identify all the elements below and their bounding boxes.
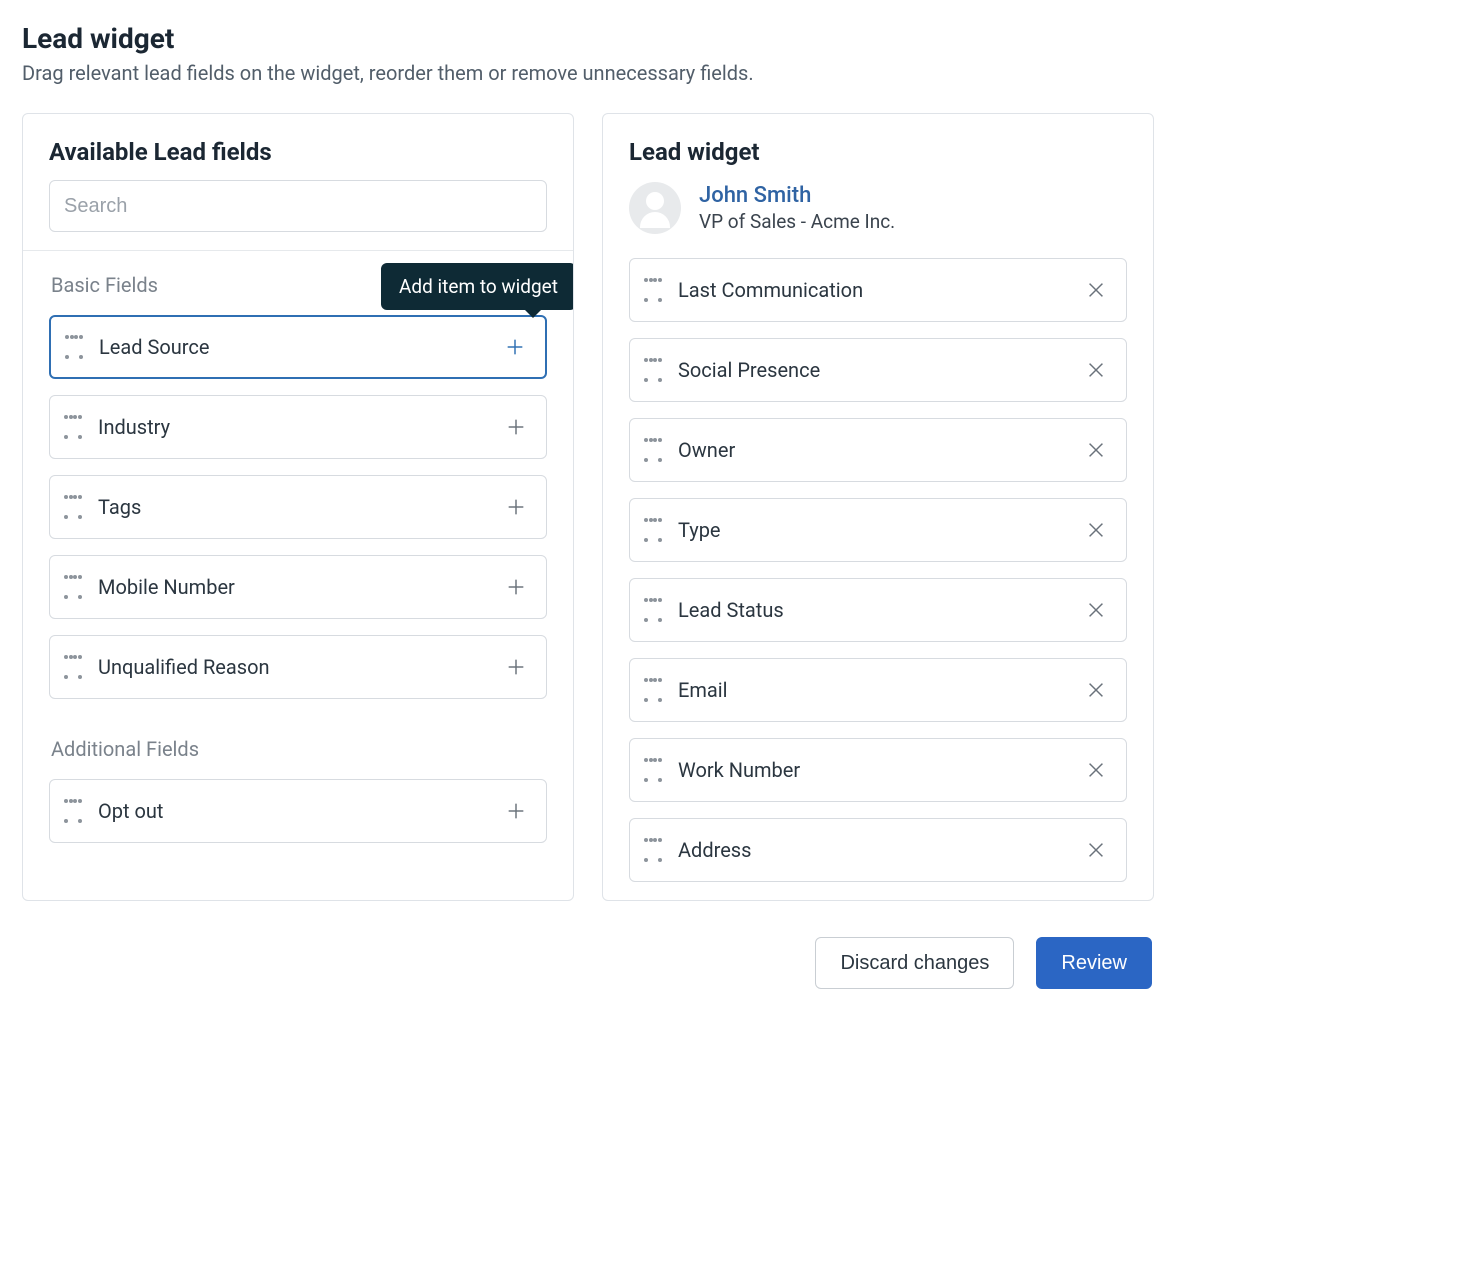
field-label: Last Communication	[662, 278, 1082, 302]
plus-icon	[505, 496, 527, 518]
available-field-item[interactable]: Lead Source	[49, 315, 547, 379]
avatar-icon	[629, 182, 681, 234]
drag-handle-icon[interactable]	[64, 799, 82, 823]
remove-field-button[interactable]	[1082, 756, 1110, 784]
field-label: Type	[662, 518, 1082, 542]
footer-actions: Discard changes Review	[22, 901, 1154, 999]
field-label: Lead Status	[662, 598, 1082, 622]
add-field-button[interactable]	[502, 797, 530, 825]
drag-handle-icon[interactable]	[65, 335, 83, 359]
lead-card: John Smith VP of Sales - Acme Inc.	[629, 180, 1127, 258]
widget-field-item[interactable]: Email	[629, 658, 1127, 722]
add-field-button[interactable]	[502, 573, 530, 601]
drag-handle-icon[interactable]	[64, 415, 82, 439]
add-field-button[interactable]	[501, 333, 529, 361]
available-field-item[interactable]: Industry	[49, 395, 547, 459]
page-subtitle: Drag relevant lead fields on the widget,…	[22, 61, 1462, 85]
widget-panel-title: Lead widget	[629, 138, 1127, 166]
drag-handle-icon[interactable]	[644, 598, 662, 622]
remove-field-button[interactable]	[1082, 276, 1110, 304]
field-label: Address	[662, 838, 1082, 862]
available-field-item[interactable]: Unqualified Reason	[49, 635, 547, 699]
widget-field-item[interactable]: Social Presence	[629, 338, 1127, 402]
add-field-button[interactable]	[502, 413, 530, 441]
widget-field-item[interactable]: Last Communication	[629, 258, 1127, 322]
remove-field-button[interactable]	[1082, 436, 1110, 464]
drag-handle-icon[interactable]	[64, 655, 82, 679]
remove-field-button[interactable]	[1082, 596, 1110, 624]
field-label: Industry	[82, 415, 502, 439]
remove-field-button[interactable]	[1082, 516, 1110, 544]
lead-name-link[interactable]: John Smith	[699, 183, 895, 209]
close-icon	[1085, 839, 1107, 861]
drag-handle-icon[interactable]	[644, 758, 662, 782]
field-label: Email	[662, 678, 1082, 702]
widget-field-item[interactable]: Work Number	[629, 738, 1127, 802]
drag-handle-icon[interactable]	[644, 678, 662, 702]
drag-handle-icon[interactable]	[644, 518, 662, 542]
drag-handle-icon[interactable]	[644, 278, 662, 302]
widget-fields-scroll[interactable]: John Smith VP of Sales - Acme Inc. Last …	[603, 180, 1153, 900]
remove-field-button[interactable]	[1082, 836, 1110, 864]
remove-field-button[interactable]	[1082, 676, 1110, 704]
close-icon	[1085, 279, 1107, 301]
widget-field-item[interactable]: Address	[629, 818, 1127, 882]
plus-icon	[505, 416, 527, 438]
drag-handle-icon[interactable]	[64, 575, 82, 599]
field-label: Social Presence	[662, 358, 1082, 382]
available-field-item[interactable]: Mobile Number	[49, 555, 547, 619]
remove-field-button[interactable]	[1082, 356, 1110, 384]
discard-button[interactable]: Discard changes	[815, 937, 1014, 989]
field-label: Work Number	[662, 758, 1082, 782]
drag-handle-icon[interactable]	[644, 358, 662, 382]
close-icon	[1085, 359, 1107, 381]
add-item-tooltip: Add item to widget	[381, 263, 573, 310]
available-field-item[interactable]: Opt out	[49, 779, 547, 843]
plus-icon	[505, 576, 527, 598]
close-icon	[1085, 439, 1107, 461]
available-fields-scroll[interactable]: Add item to widget Basic Fields Lead Sou…	[23, 250, 573, 900]
close-icon	[1085, 679, 1107, 701]
available-field-item[interactable]: Tags	[49, 475, 547, 539]
field-label: Unqualified Reason	[82, 655, 502, 679]
available-fields-title: Available Lead fields	[49, 138, 547, 166]
widget-field-item[interactable]: Type	[629, 498, 1127, 562]
plus-icon	[504, 336, 526, 358]
review-button[interactable]: Review	[1036, 937, 1152, 989]
widget-field-item[interactable]: Lead Status	[629, 578, 1127, 642]
page-title: Lead widget	[22, 22, 1462, 55]
widget-panel: Lead widget John Smith VP of Sales - Acm…	[602, 113, 1154, 901]
add-field-button[interactable]	[502, 653, 530, 681]
field-label: Mobile Number	[82, 575, 502, 599]
drag-handle-icon[interactable]	[644, 838, 662, 862]
close-icon	[1085, 759, 1107, 781]
field-label: Tags	[82, 495, 502, 519]
drag-handle-icon[interactable]	[64, 495, 82, 519]
search-input[interactable]	[49, 180, 547, 232]
field-label: Lead Source	[83, 335, 501, 359]
field-label: Opt out	[82, 799, 502, 823]
add-field-button[interactable]	[502, 493, 530, 521]
close-icon	[1085, 599, 1107, 621]
widget-field-item[interactable]: Owner	[629, 418, 1127, 482]
available-fields-panel: Available Lead fields Add item to widget…	[22, 113, 574, 901]
field-group-label: Additional Fields	[51, 737, 547, 761]
close-icon	[1085, 519, 1107, 541]
field-label: Owner	[662, 438, 1082, 462]
plus-icon	[505, 656, 527, 678]
plus-icon	[505, 800, 527, 822]
lead-subtitle: VP of Sales - Acme Inc.	[699, 210, 895, 233]
drag-handle-icon[interactable]	[644, 438, 662, 462]
